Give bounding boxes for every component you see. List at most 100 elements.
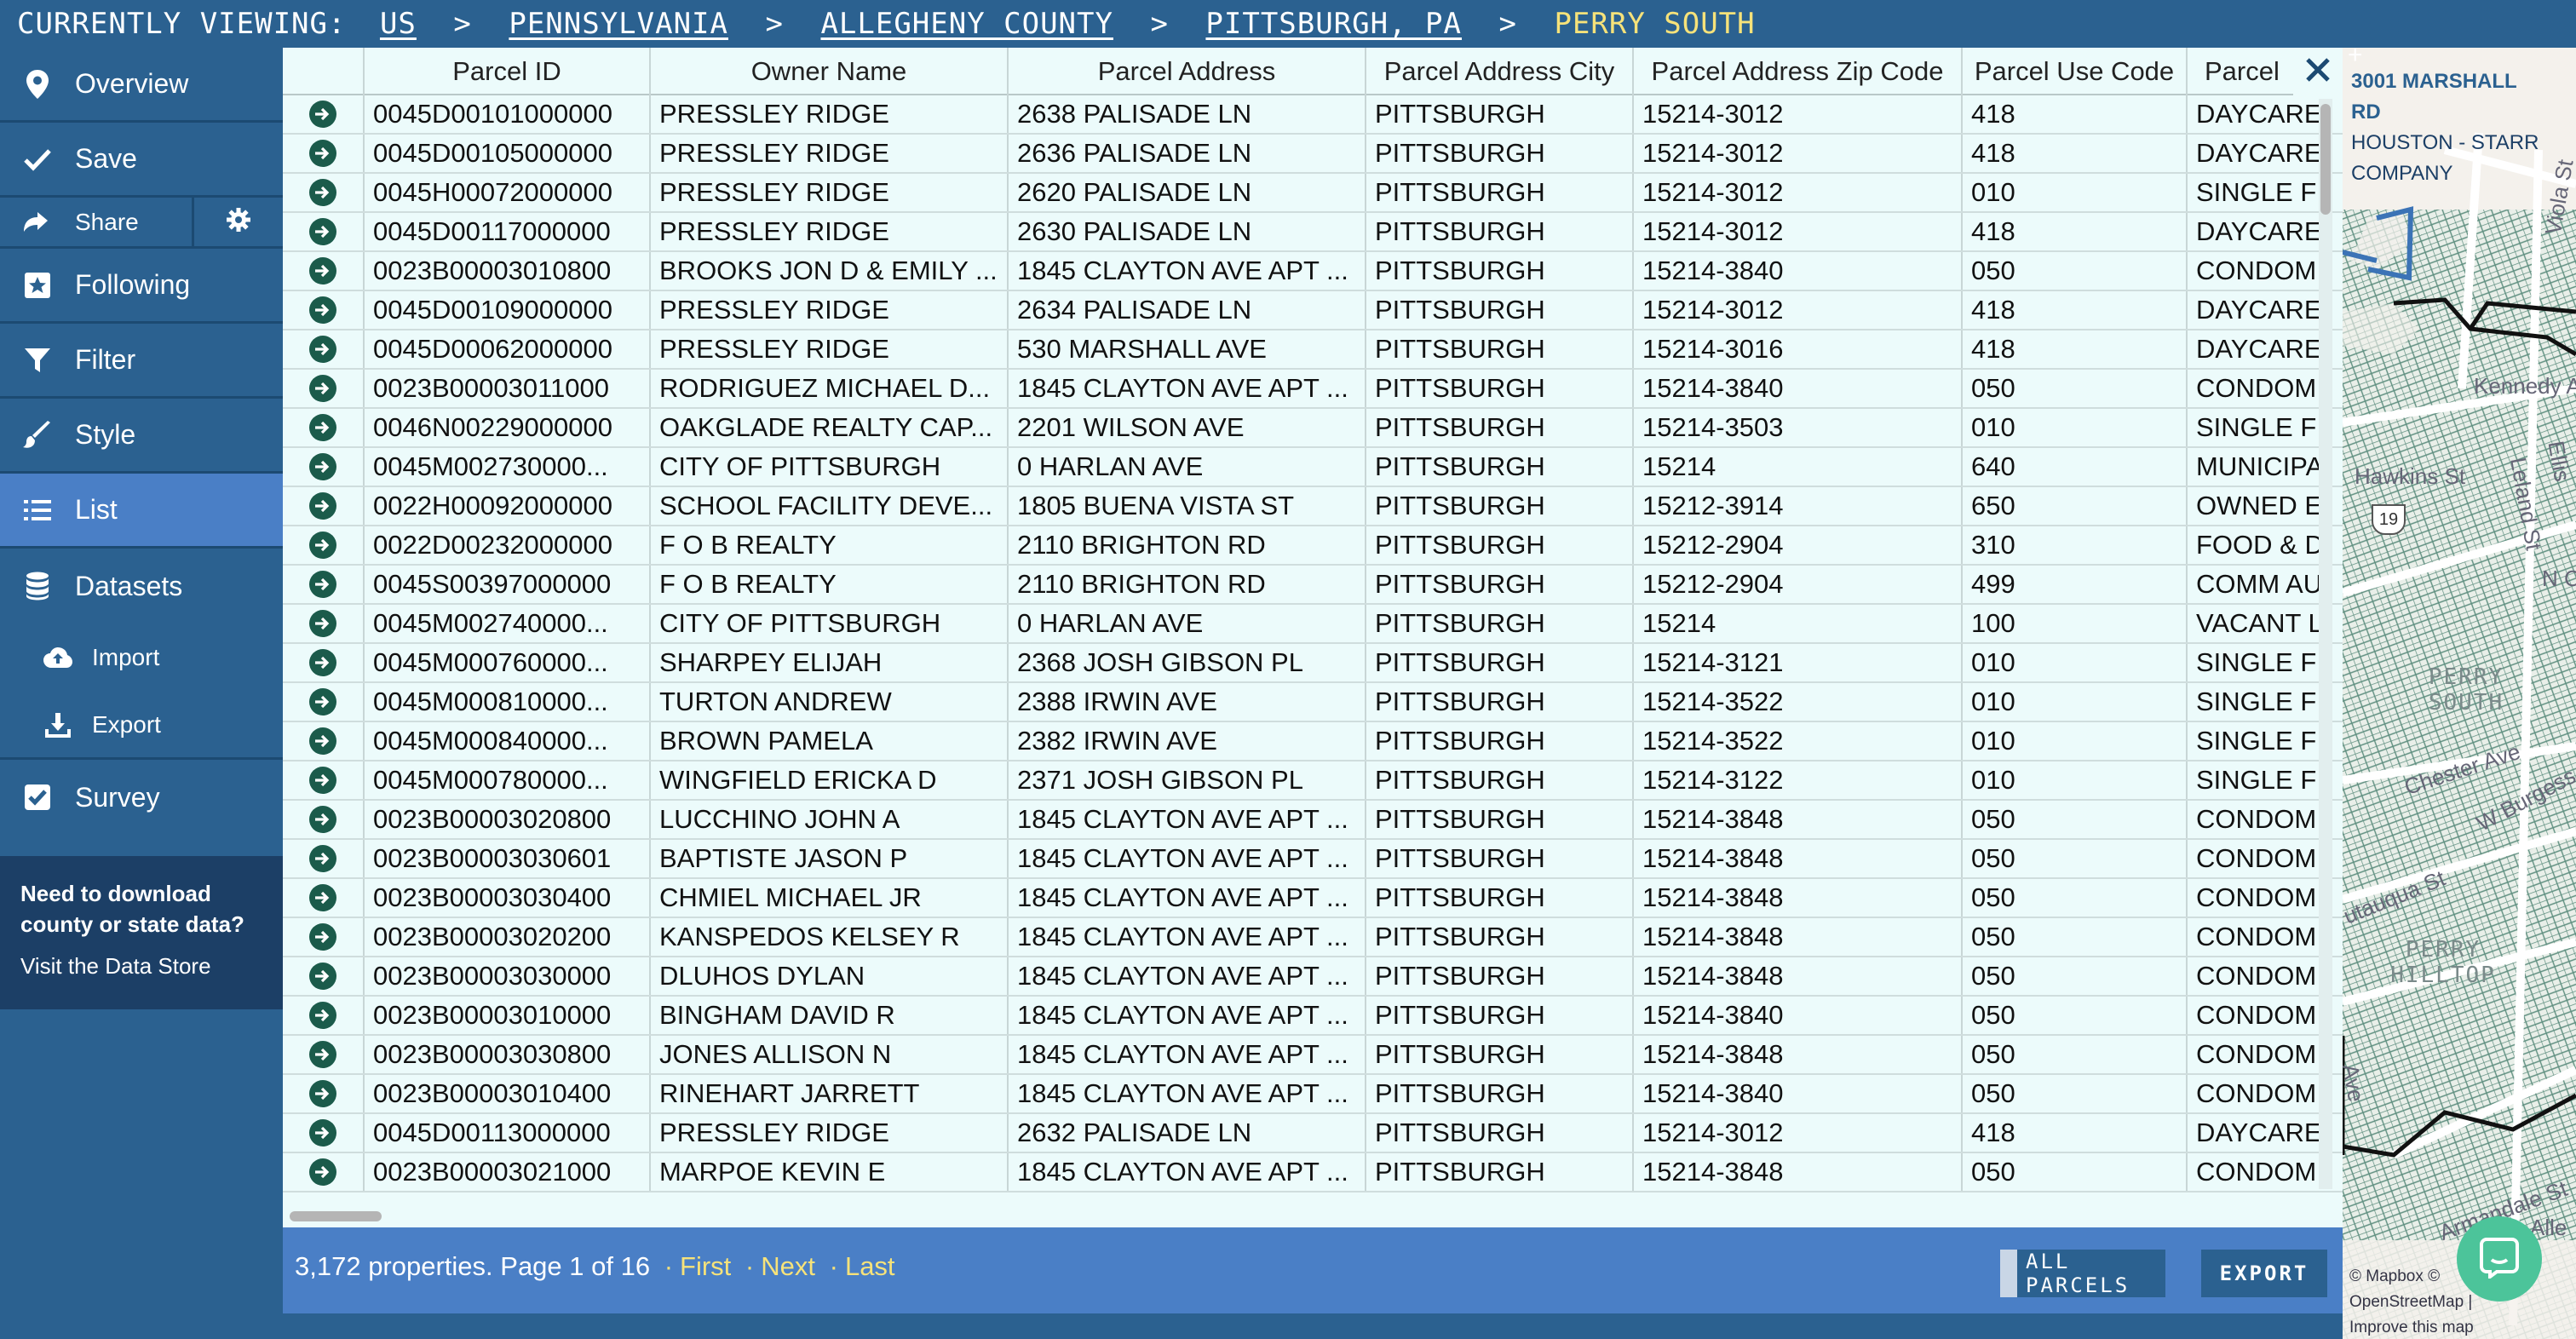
- breadcrumb-us[interactable]: US: [380, 7, 417, 41]
- row-open-button[interactable]: [283, 95, 365, 133]
- row-open-button[interactable]: [283, 370, 365, 407]
- sidebar-item-filter[interactable]: Filter: [0, 324, 283, 399]
- table-row[interactable]: 0023B00003010000 BINGHAM DAVID R 1845 CLAY…: [283, 997, 2343, 1036]
- map-zoom-in[interactable]: +: [2348, 48, 2363, 70]
- cell-parcel-address: 1845 CLAYTON AVE APT ...: [1009, 997, 1366, 1034]
- table-row[interactable]: 0023B00003030400 CHMIEL MICHAEL JR 1845 CL…: [283, 879, 2343, 918]
- row-open-button[interactable]: [283, 409, 365, 446]
- table-row[interactable]: 0045D00105000000 PRESSLEY RIDGE 2636 PALIS…: [283, 135, 2343, 174]
- row-open-button[interactable]: [283, 1036, 365, 1073]
- table-row[interactable]: 0045H00072000000 PRESSLEY RIDGE 2620 PALIS…: [283, 174, 2343, 213]
- horizontal-scrollbar[interactable]: [283, 1206, 2343, 1225]
- sidebar-item-list[interactable]: List: [0, 474, 283, 549]
- row-open-button[interactable]: [283, 840, 365, 877]
- table-row[interactable]: 0045M000780000... WINGFIELD ERICKA D 2371 …: [283, 761, 2343, 801]
- table-row[interactable]: 0045M000810000... TURTON ANDREW 2388 IRWIN…: [283, 683, 2343, 722]
- row-open-button[interactable]: [283, 487, 365, 525]
- settings-button[interactable]: [194, 198, 283, 246]
- table-row[interactable]: 0022H00092000000 SCHOOL FACILITY DEVE... 1…: [283, 487, 2343, 526]
- table-row[interactable]: 0022D00232000000 F O B REALTY 2110 BRIGHTO…: [283, 526, 2343, 566]
- row-open-button[interactable]: [283, 879, 365, 917]
- table-row[interactable]: 0046N00229000000 OAKGLADE REALTY CAP... 22…: [283, 409, 2343, 448]
- row-open-button[interactable]: [283, 761, 365, 799]
- row-open-button[interactable]: [283, 291, 365, 329]
- row-open-button[interactable]: [283, 997, 365, 1034]
- row-open-button[interactable]: [283, 918, 365, 956]
- cell-zip-code: 15214-3012: [1634, 174, 1963, 211]
- sidebar-item-share[interactable]: Share: [0, 198, 194, 246]
- map-area-label: PERRY HILLTOP: [2390, 937, 2496, 988]
- table-row[interactable]: 0045M000840000... BROWN PAMELA 2382 IRWIN …: [283, 722, 2343, 761]
- table-row[interactable]: 0045D00062000000 PRESSLEY RIDGE 530 MARSHA…: [283, 330, 2343, 370]
- sidebar-item-datasets[interactable]: Datasets: [0, 549, 283, 624]
- row-open-button[interactable]: [283, 213, 365, 250]
- breadcrumb-allegheny-county[interactable]: ALLEGHENY COUNTY: [820, 7, 1113, 41]
- table-row[interactable]: 0023B00003020800 LUCCHINO JOHN A 1845 CLAY…: [283, 801, 2343, 840]
- close-button[interactable]: [2293, 48, 2343, 95]
- row-open-button[interactable]: [283, 683, 365, 721]
- table-row[interactable]: 0023B00003010400 RINEHART JARRETT 1845 CLA…: [283, 1075, 2343, 1114]
- last-page-link[interactable]: Last: [845, 1251, 895, 1281]
- row-open-button[interactable]: [283, 644, 365, 681]
- sidebar-item-survey[interactable]: Survey: [0, 760, 283, 835]
- cell-owner-name: OAKGLADE REALTY CAP...: [651, 409, 1009, 446]
- sidebar-item-import[interactable]: Import: [0, 624, 283, 692]
- cell-owner-name: BROWN PAMELA: [651, 722, 1009, 760]
- table-row[interactable]: 0023B00003010800 BROOKS JON D & EMILY ...…: [283, 252, 2343, 291]
- sidebar-item-following[interactable]: Following: [0, 249, 283, 324]
- table-row[interactable]: 0045D00109000000 PRESSLEY RIDGE 2634 PALIS…: [283, 291, 2343, 330]
- row-open-button[interactable]: [283, 330, 365, 368]
- circle-arrow-right-icon: [309, 101, 336, 128]
- table-row[interactable]: 0045D00117000000 PRESSLEY RIDGE 2630 PALIS…: [283, 213, 2343, 252]
- row-open-button[interactable]: [283, 1114, 365, 1152]
- button-accent: [2000, 1250, 2017, 1297]
- vertical-scrollbar[interactable]: [2319, 99, 2332, 1189]
- table-row[interactable]: 0045S00397000000 F O B REALTY 2110 BRIGHTO…: [283, 566, 2343, 605]
- table-row[interactable]: 0023B00003030000 DLUHOS DYLAN 1845 CLAYTON…: [283, 957, 2343, 997]
- next-page-link[interactable]: Next: [761, 1251, 815, 1281]
- cell-parcel-address: 1845 CLAYTON AVE APT ...: [1009, 840, 1366, 877]
- column-header-parcel-address-zip-code[interactable]: Parcel Address Zip Code: [1634, 48, 1963, 95]
- row-open-button[interactable]: [283, 1075, 365, 1112]
- row-open-button[interactable]: [283, 566, 365, 603]
- table-row[interactable]: 0023B00003021000 MARPOE KEVIN E 1845 CLAYT…: [283, 1153, 2343, 1192]
- row-open-button[interactable]: [283, 605, 365, 642]
- export-button[interactable]: EXPORT: [2201, 1250, 2327, 1297]
- table-row[interactable]: 0045D00101000000 PRESSLEY RIDGE 2638 PALIS…: [283, 95, 2343, 135]
- chat-button[interactable]: [2457, 1216, 2542, 1302]
- table-row[interactable]: 0045M000760000... SHARPEY ELIJAH 2368 JOSH…: [283, 644, 2343, 683]
- row-open-button[interactable]: [283, 801, 365, 838]
- table-row[interactable]: 0023B00003020200 KANSPEDOS KELSEY R 1845 C…: [283, 918, 2343, 957]
- row-open-button[interactable]: [283, 957, 365, 995]
- row-open-button[interactable]: [283, 526, 365, 564]
- breadcrumb-pittsburgh[interactable]: PITTSBURGH, PA: [1205, 7, 1462, 41]
- table-row[interactable]: 0023B00003030601 BAPTISTE JASON P 1845 CLA…: [283, 840, 2343, 879]
- table-row[interactable]: 0045M002730000... CITY OF PITTSBURGH 0 HAR…: [283, 448, 2343, 487]
- row-open-button[interactable]: [283, 174, 365, 211]
- row-open-button[interactable]: [283, 135, 365, 172]
- datastore-link[interactable]: Visit the Data Store: [20, 953, 262, 980]
- map-view[interactable]: 3001 MARSHALL RD HOUSTON - STARR COMPANY…: [2343, 48, 2576, 1339]
- table-row[interactable]: 0023B00003030800 JONES ALLISON N 1845 CLAY…: [283, 1036, 2343, 1075]
- breadcrumb-pennsylvania[interactable]: PENNSYLVANIA: [509, 7, 728, 41]
- column-header-parcel-address-city[interactable]: Parcel Address City: [1366, 48, 1634, 95]
- table-row[interactable]: 0023B00003011000 RODRIGUEZ MICHAEL D... 18…: [283, 370, 2343, 409]
- sidebar-item-overview[interactable]: Overview: [0, 48, 283, 123]
- sidebar-item-save[interactable]: Save: [0, 123, 283, 198]
- sidebar-item-export[interactable]: Export: [0, 692, 283, 760]
- all-parcels-button[interactable]: ALL PARCELS: [2000, 1250, 2165, 1297]
- scrollbar-thumb[interactable]: [2320, 104, 2331, 215]
- scrollbar-thumb[interactable]: [290, 1211, 382, 1221]
- sidebar-item-style[interactable]: Style: [0, 399, 283, 474]
- row-open-button[interactable]: [283, 448, 365, 486]
- table-row[interactable]: 0045D00113000000 PRESSLEY RIDGE 2632 PALIS…: [283, 1114, 2343, 1153]
- first-page-link[interactable]: First: [680, 1251, 731, 1281]
- column-header-parcel-id[interactable]: Parcel ID: [365, 48, 651, 95]
- row-open-button[interactable]: [283, 722, 365, 760]
- row-open-button[interactable]: [283, 1153, 365, 1191]
- column-header-owner-name[interactable]: Owner Name: [651, 48, 1009, 95]
- column-header-parcel-use-code[interactable]: Parcel Use Code: [1963, 48, 2188, 95]
- column-header-parcel-address[interactable]: Parcel Address: [1009, 48, 1366, 95]
- table-row[interactable]: 0045M002740000... CITY OF PITTSBURGH 0 HAR…: [283, 605, 2343, 644]
- row-open-button[interactable]: [283, 252, 365, 290]
